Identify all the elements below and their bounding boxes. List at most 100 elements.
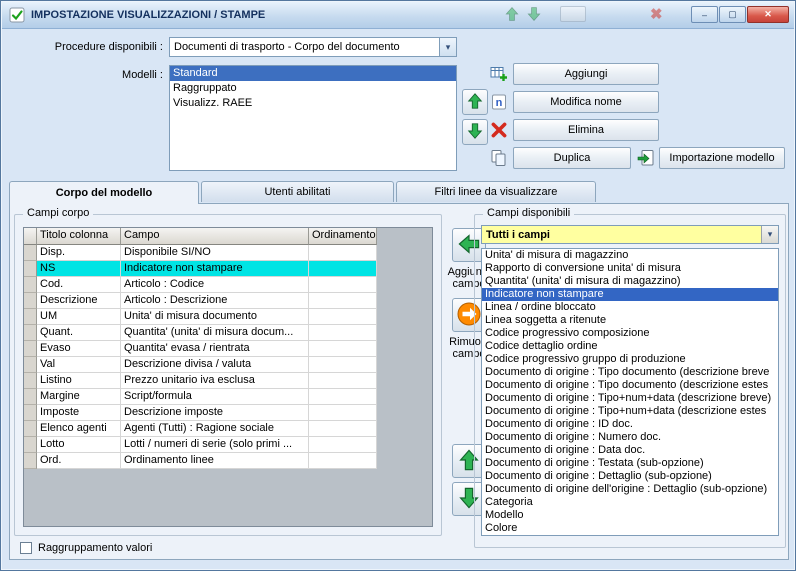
dialog-check-icon	[9, 7, 25, 23]
list-item[interactable]: Documento di origine : Data doc.	[482, 444, 778, 457]
maximize-button[interactable]: ▢	[719, 6, 746, 23]
row-marker	[24, 277, 37, 293]
list-item[interactable]: Documento di origine : Tipo+num+data (de…	[482, 392, 778, 405]
chevron-down-icon[interactable]: ▾	[761, 226, 778, 243]
cell-field: Descrizione imposte	[121, 405, 309, 421]
cell-title: Descrizione	[37, 293, 121, 309]
list-item[interactable]: Codice dettaglio ordine	[482, 340, 778, 353]
import-model-button[interactable]: Importazione modello	[659, 147, 785, 169]
list-item[interactable]: Documento di origine : Testata (sub-opzi…	[482, 457, 778, 470]
table-row[interactable]: Descrizione Articolo : Descrizione	[24, 293, 432, 309]
close-button[interactable]: ✕	[747, 6, 789, 23]
cell-title: Val	[37, 357, 121, 373]
table-row[interactable]: Cod. Articolo : Codice	[24, 277, 432, 293]
list-item[interactable]: Codice progressivo gruppo di produzione	[482, 353, 778, 366]
cell-order	[309, 293, 377, 309]
rename-model-button[interactable]: Modifica nome	[513, 91, 659, 113]
list-item[interactable]: Raggruppato	[170, 81, 456, 96]
procedures-value: Documenti di trasporto - Corpo del docum…	[174, 41, 400, 53]
list-item[interactable]: Linea soggetta a ritenute	[482, 314, 778, 327]
model-move-up-button[interactable]	[462, 89, 488, 115]
duplicate-model-button[interactable]: Duplica	[513, 147, 631, 169]
delete-model-button[interactable]: Elimina	[513, 119, 659, 141]
cell-order	[309, 437, 377, 453]
table-row[interactable]: Quant. Quantita' (unita' di misura docum.…	[24, 325, 432, 341]
row-marker	[24, 309, 37, 325]
body-fields-grid: Titolo colonna Campo Ordinamento Disp. Di…	[23, 227, 433, 527]
cell-field: Script/formula	[121, 389, 309, 405]
cell-title: Evaso	[37, 341, 121, 357]
cell-title: Disp.	[37, 245, 121, 261]
cell-order	[309, 325, 377, 341]
list-item[interactable]: Documento di origine dell'origine : Dett…	[482, 483, 778, 496]
tab-bar: Corpo del modello Utenti abilitati Filtr…	[9, 181, 598, 204]
cell-order	[309, 261, 377, 277]
list-item[interactable]: Quantita' (unita' di misura di magazzino…	[482, 275, 778, 288]
table-row[interactable]: Margine Script/formula	[24, 389, 432, 405]
table-row-selected[interactable]: NS Indicatore non stampare	[24, 261, 432, 277]
table-row[interactable]: UM Unita' di misura documento	[24, 309, 432, 325]
row-marker	[24, 453, 37, 469]
background-down-arrow-icon	[526, 6, 542, 25]
row-marker	[24, 293, 37, 309]
body-fields-group: Campi corpo Titolo colonna Campo Ordinam…	[14, 207, 442, 536]
chevron-down-icon[interactable]: ▾	[439, 38, 456, 56]
column-header[interactable]: Ordinamento	[309, 228, 377, 245]
list-item[interactable]: Categoria	[482, 496, 778, 509]
cell-field: Descrizione divisa / valuta	[121, 357, 309, 373]
available-fields-list: Unita' di misura di magazzino Rapporto d…	[481, 248, 779, 536]
list-item[interactable]: Standard	[170, 66, 456, 81]
cell-field: Articolo : Codice	[121, 277, 309, 293]
list-item[interactable]: Colore	[482, 522, 778, 535]
table-row[interactable]: Listino Prezzo unitario iva esclusa	[24, 373, 432, 389]
procedures-combobox[interactable]: Documenti di trasporto - Corpo del docum…	[169, 37, 457, 57]
list-item[interactable]: Linea / ordine bloccato	[482, 301, 778, 314]
cell-order	[309, 453, 377, 469]
cell-order	[309, 405, 377, 421]
cell-title: Listino	[37, 373, 121, 389]
cell-title: Ord.	[37, 453, 121, 469]
list-item[interactable]: Visualizz. RAEE	[170, 96, 456, 111]
grouping-checkbox[interactable]	[20, 542, 32, 554]
import-model-icon	[637, 149, 655, 167]
field-filter-combobox[interactable]: Tutti i campi ▾	[481, 225, 779, 244]
list-item[interactable]: Documento di origine : Tipo documento (d…	[482, 379, 778, 392]
list-item[interactable]: Documento di origine : ID doc.	[482, 418, 778, 431]
list-item[interactable]: Rapporto di conversione unita' di misura	[482, 262, 778, 275]
cell-title: Lotto	[37, 437, 121, 453]
table-row[interactable]: Val Descrizione divisa / valuta	[24, 357, 432, 373]
row-marker	[24, 357, 37, 373]
tab-corpo-del-modello[interactable]: Corpo del modello	[9, 181, 199, 204]
row-marker	[24, 341, 37, 357]
row-marker	[24, 389, 37, 405]
tab-utenti-abilitati[interactable]: Utenti abilitati	[201, 181, 394, 202]
minimize-button[interactable]: –	[691, 6, 718, 23]
list-item[interactable]: Documento di origine : Tipo documento (d…	[482, 366, 778, 379]
grouping-checkbox-label: Raggruppamento valori	[38, 542, 153, 554]
list-item[interactable]: Documento di origine : Dettaglio (sub-op…	[482, 470, 778, 483]
list-item[interactable]: Modello	[482, 509, 778, 522]
list-item[interactable]: Codice progressivo composizione	[482, 327, 778, 340]
table-row[interactable]: Imposte Descrizione imposte	[24, 405, 432, 421]
column-header[interactable]: Campo	[121, 228, 309, 245]
row-marker	[24, 325, 37, 341]
list-item-selected[interactable]: Indicatore non stampare	[482, 288, 778, 301]
row-marker	[24, 405, 37, 421]
list-item[interactable]: Documento di origine : Numero doc.	[482, 431, 778, 444]
table-row[interactable]: Disp. Disponibile SI/NO	[24, 245, 432, 261]
background-up-arrow-icon	[504, 6, 520, 25]
grouping-checkbox-row: Raggruppamento valori	[20, 542, 152, 554]
table-row[interactable]: Lotto Lotti / numeri di serie (solo primi…	[24, 437, 432, 453]
column-header[interactable]: Titolo colonna	[37, 228, 121, 245]
tab-filtri-linee[interactable]: Filtri linee da visualizzare	[396, 181, 596, 202]
table-row[interactable]: Elenco agenti Agenti (Tutti) : Ragione so…	[24, 421, 432, 437]
table-row[interactable]: Ord. Ordinamento linee	[24, 453, 432, 469]
table-row[interactable]: Evaso Quantita' evasa / rientrata	[24, 341, 432, 357]
list-item[interactable]: Unita' di misura di magazzino	[482, 249, 778, 262]
cell-field: Quantita' evasa / rientrata	[121, 341, 309, 357]
cell-field: Indicatore non stampare	[121, 261, 309, 277]
delete-model-icon	[490, 121, 508, 139]
model-move-down-button[interactable]	[462, 119, 488, 145]
add-model-button[interactable]: Aggiungi	[513, 63, 659, 85]
list-item[interactable]: Documento di origine : Tipo+num+data (de…	[482, 405, 778, 418]
